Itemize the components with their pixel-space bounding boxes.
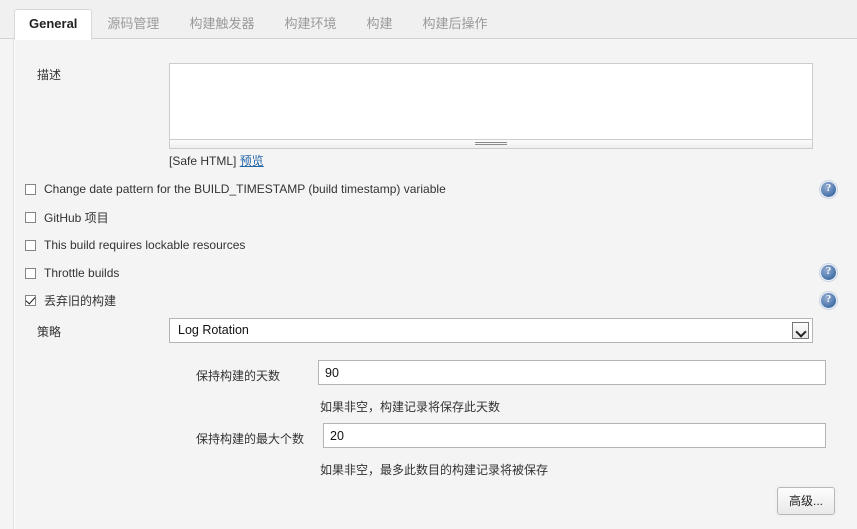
num-to-keep-input[interactable]	[323, 423, 826, 448]
checkbox-label-discard-old-builds: 丢弃旧的构建	[44, 293, 117, 308]
config-tabbar: General 源码管理 构建触发器 构建环境 构建 构建后操作	[0, 0, 857, 40]
strategy-label: 策略	[37, 325, 62, 339]
description-label: 描述	[37, 68, 62, 82]
checkbox-row-discard-old-builds[interactable]: 丢弃旧的构建	[25, 292, 116, 308]
tab-scm[interactable]: 源码管理	[92, 9, 174, 39]
strategy-select[interactable]: Log Rotation	[169, 318, 813, 343]
description-preview-link[interactable]: 预览	[240, 154, 264, 168]
num-to-keep-hint: 如果非空，最多此数目的构建记录将被保存	[320, 463, 549, 477]
help-icon-throttle-builds[interactable]	[820, 264, 837, 281]
tab-build-environment[interactable]: 构建环境	[269, 9, 351, 39]
strategy-select-value: Log Rotation	[178, 323, 249, 337]
tab-list: General 源码管理 构建触发器 构建环境 构建 构建后操作	[14, 8, 503, 40]
checkbox-row-github-project[interactable]: GitHub 项目	[25, 209, 109, 225]
chevron-down-icon[interactable]	[792, 322, 809, 339]
checkbox-label-lockable-resources: This build requires lockable resources	[44, 238, 246, 252]
checkbox-lockable-resources[interactable]	[25, 239, 36, 251]
days-to-keep-input[interactable]	[318, 360, 826, 385]
checkbox-throttle-builds[interactable]	[25, 267, 36, 279]
tab-general[interactable]: General	[14, 9, 93, 40]
checkbox-row-lockable-resources[interactable]: This build requires lockable resources	[25, 237, 245, 253]
textarea-resize-grip[interactable]	[169, 140, 813, 149]
checkbox-build-timestamp[interactable]	[25, 183, 36, 195]
days-to-keep-hint: 如果非空，构建记录将保存此天数	[320, 400, 501, 414]
form-left-divider-highlight	[14, 39, 15, 529]
checkbox-row-throttle-builds[interactable]: Throttle builds	[25, 265, 119, 281]
checkbox-label-build-timestamp: Change date pattern for the BUILD_TIMEST…	[44, 182, 446, 196]
tab-post-build-actions[interactable]: 构建后操作	[407, 9, 502, 39]
checkbox-label-github-project: GitHub 项目	[44, 210, 109, 225]
advanced-button[interactable]: 高级...	[776, 487, 835, 515]
days-to-keep-label: 保持构建的天数	[196, 369, 281, 383]
tab-build[interactable]: 构建	[351, 9, 407, 39]
num-to-keep-label: 保持构建的最大个数	[196, 432, 305, 446]
help-icon-discard-old-builds[interactable]	[820, 292, 837, 309]
checkbox-label-throttle-builds: Throttle builds	[44, 266, 120, 280]
safe-html-line: [Safe HTML] 预览	[169, 152, 264, 169]
checkbox-discard-old-builds[interactable]	[25, 294, 36, 306]
checkbox-github-project[interactable]	[25, 211, 36, 223]
jenkins-job-config-page: General 源码管理 构建触发器 构建环境 构建 构建后操作 描述 [Saf…	[0, 0, 857, 529]
safe-html-label: [Safe HTML]	[169, 154, 237, 168]
tab-build-triggers[interactable]: 构建触发器	[174, 9, 269, 39]
checkbox-row-build-timestamp[interactable]: Change date pattern for the BUILD_TIMEST…	[25, 181, 446, 197]
description-textarea[interactable]	[169, 63, 813, 140]
help-icon-build-timestamp[interactable]	[820, 181, 837, 198]
description-field-wrapper	[169, 63, 813, 149]
